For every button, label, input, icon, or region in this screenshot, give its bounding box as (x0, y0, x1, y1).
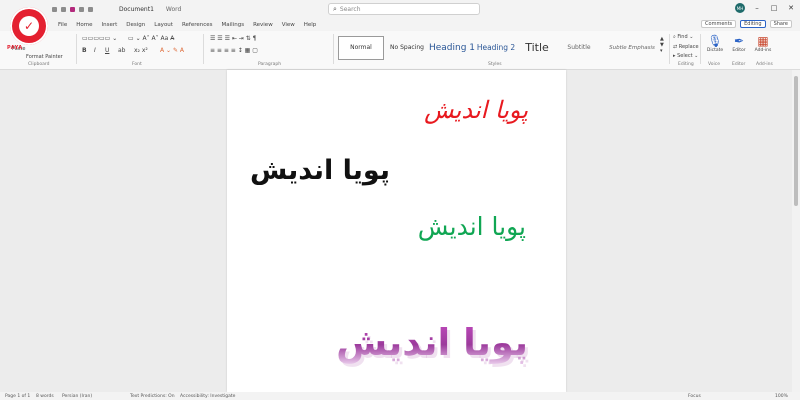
loop-icon[interactable] (70, 7, 75, 12)
clipboard-group-label: Clipboard (28, 62, 50, 67)
tab-review[interactable]: Review (253, 22, 273, 28)
align-icons[interactable]: ≡ ≡ ≡ ≡ ↕ ▦ ▢ (210, 47, 258, 54)
editor-label: Editor (732, 48, 746, 53)
save-icon[interactable] (61, 7, 66, 12)
focus-button[interactable]: Focus (688, 394, 701, 399)
search-icon: ⌕ (333, 4, 337, 13)
text-predictions-status[interactable]: Text Predictions: On (130, 394, 175, 399)
font-color-icon[interactable]: A ⌄ ✎ A (160, 47, 184, 54)
ribbon: Paste Format Painter Clipboard ▭▭▭▭▭ ⌄ ▭… (0, 31, 800, 70)
editing-mode-button[interactable]: Editing (740, 20, 766, 28)
addins-group-label: Add-ins (756, 62, 773, 67)
avatar[interactable]: MH (735, 3, 745, 13)
divider (203, 34, 204, 64)
dictate-button[interactable]: 🎙 Dictate (704, 34, 726, 53)
addins-label: Add-ins (754, 48, 772, 53)
scrollbar-thumb[interactable] (794, 76, 798, 206)
styles-group-label: Styles (488, 62, 502, 67)
find-button[interactable]: ⌕ Find ⌄ (673, 34, 693, 40)
close-icon[interactable]: ✕ (786, 4, 796, 12)
addins-grid-icon: ▦ (757, 34, 769, 48)
menu-right-controls: Comments Editing Share (701, 20, 792, 28)
strikethrough-icon[interactable]: ab (118, 47, 126, 54)
style-heading-2[interactable]: Heading 2 (474, 37, 518, 59)
language-status[interactable]: Persian (Iran) (62, 394, 92, 399)
tab-help[interactable]: Help (304, 22, 317, 28)
paragraph-group-label: Paragraph (258, 62, 282, 67)
app-name: Word (165, 6, 182, 13)
brand-logo-text: PAYA (7, 45, 23, 51)
font-group-label: Font (132, 62, 142, 67)
bold-icon[interactable]: B (82, 47, 87, 54)
comments-button[interactable]: Comments (701, 20, 737, 28)
search-input[interactable]: ⌕ Search (328, 3, 480, 15)
style-subtle-emphasis[interactable]: Subtle Emphasis (602, 37, 662, 59)
editor-pen-icon: ✒ (733, 34, 745, 48)
divider (669, 34, 670, 64)
style-heading-1[interactable]: Heading 1 (429, 37, 475, 59)
font-size-dropdown[interactable]: ▭ ⌄ A˄ A˅ Aa A̶ (128, 35, 174, 42)
styles-scroll-icon[interactable]: ▲ ▼ ▾ (660, 36, 664, 54)
tab-insert[interactable]: Insert (101, 22, 117, 28)
style-normal[interactable]: Normal (338, 35, 384, 60)
undo-icon[interactable] (79, 7, 84, 12)
doc-line-red[interactable]: پویا اندیش (424, 96, 528, 124)
replace-button[interactable]: ⇄ Replace (673, 44, 699, 50)
tab-view[interactable]: View (282, 22, 295, 28)
voice-group-label: Voice (708, 62, 720, 67)
select-button[interactable]: ▸ Select ⌄ (673, 53, 698, 59)
maximize-icon[interactable]: □ (769, 4, 779, 12)
quick-access-toolbar (52, 7, 93, 12)
tab-design[interactable]: Design (126, 22, 145, 28)
divider (76, 34, 77, 64)
microphone-icon: 🎙 (707, 34, 723, 48)
find-label: Find (677, 34, 688, 40)
select-label: Select (677, 53, 693, 59)
subscript-icon[interactable]: x₂ x² (134, 47, 148, 54)
editing-group-label: Editing (678, 62, 694, 67)
zoom-level[interactable]: 100% (775, 394, 788, 399)
editor-button[interactable]: ✒ Editor (728, 34, 750, 53)
redo-icon[interactable] (88, 7, 93, 12)
document-title[interactable]: Document1 (119, 6, 154, 13)
doc-line-black[interactable]: پویا اندیش (250, 155, 390, 186)
dictate-label: Dictate (706, 48, 724, 53)
page-count[interactable]: Page 1 of 1 (5, 394, 30, 399)
vertical-scrollbar[interactable] (792, 70, 800, 392)
addins-button[interactable]: ▦ Add-ins (752, 34, 774, 53)
tab-file[interactable]: File (58, 22, 67, 28)
divider (333, 34, 334, 64)
italic-icon[interactable]: I (94, 47, 96, 54)
style-subtitle[interactable]: Subtitle (556, 37, 602, 59)
editor-group-label: Editor (732, 62, 746, 67)
underline-icon[interactable]: U (105, 47, 109, 54)
tab-mailings[interactable]: Mailings (222, 22, 245, 28)
autosave-icon[interactable] (52, 7, 57, 12)
bullets-icon[interactable]: ☰ ☰ ☰ ⇤ ⇥ ⇅ ¶ (210, 35, 256, 42)
doc-line-green[interactable]: پویا اندیش (418, 212, 526, 241)
play-check-icon: ✓ (19, 16, 39, 36)
divider (700, 34, 701, 64)
tab-references[interactable]: References (182, 22, 213, 28)
status-bar: Page 1 of 1 8 words Persian (Iran) Text … (0, 392, 800, 400)
font-name-dropdown[interactable]: ▭▭▭▭▭ ⌄ (82, 35, 117, 42)
document-page[interactable]: پویا اندیش پویا اندیش پویا اندیش پویا ان… (227, 70, 566, 392)
brand-logo: ✓ (10, 7, 48, 45)
format-painter-button[interactable]: Format Painter (26, 54, 63, 60)
minimize-icon[interactable]: – (752, 4, 762, 12)
search-placeholder: Search (339, 5, 361, 13)
doc-line-purple[interactable]: پویا اندیش (336, 321, 528, 364)
accessibility-status[interactable]: Accessibility: Investigate (180, 394, 235, 399)
word-count[interactable]: 8 words (36, 394, 54, 399)
style-no-spacing[interactable]: No Spacing (384, 37, 430, 59)
menu-bar: File Home Insert Design Layout Reference… (0, 19, 800, 31)
tab-layout[interactable]: Layout (154, 22, 173, 28)
tab-home[interactable]: Home (76, 22, 92, 28)
styles-gallery: Normal No Spacing Heading 1 Heading 2 Ti… (338, 34, 668, 61)
title-right-controls: MH – □ ✕ (735, 3, 796, 13)
style-title[interactable]: Title (518, 37, 556, 59)
share-button[interactable]: Share (769, 20, 792, 28)
replace-label: Replace (678, 44, 699, 50)
